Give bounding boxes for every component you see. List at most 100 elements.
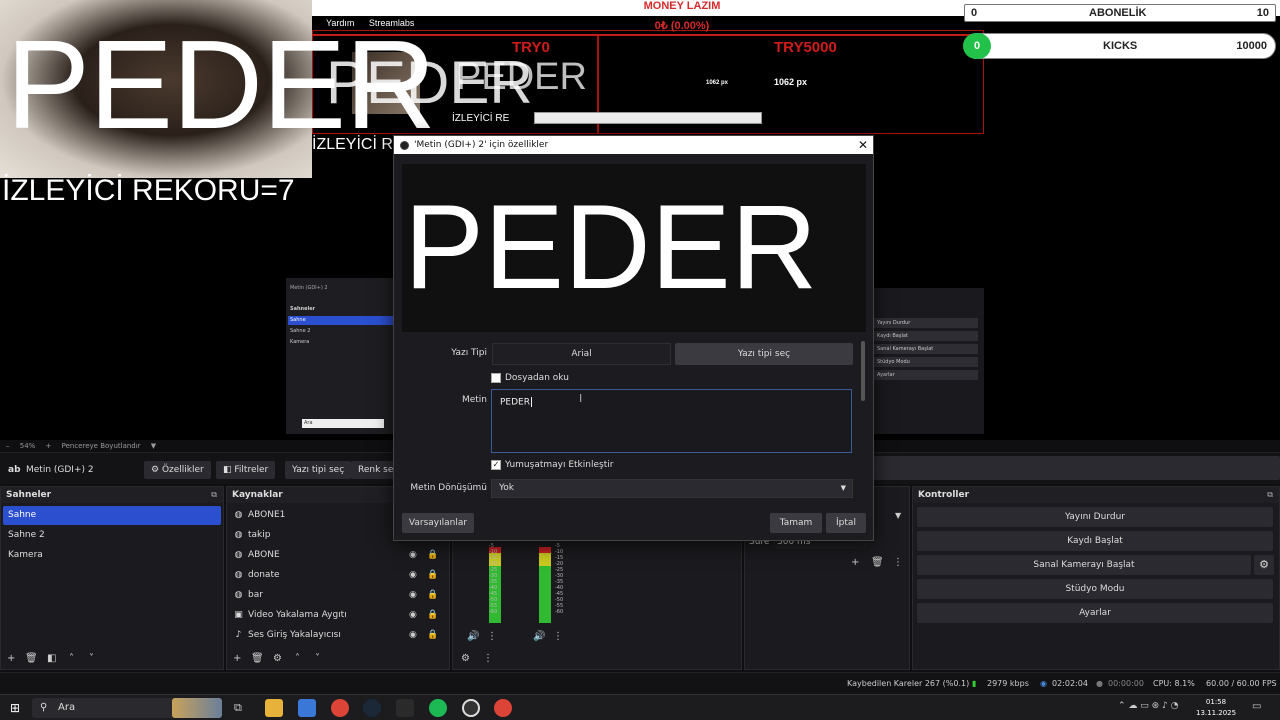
lock-icon[interactable]: 🔒	[427, 625, 438, 645]
properties-button[interactable]: ⚙ Özellikler	[144, 461, 211, 479]
bitrate: 2979 kbps	[987, 679, 1029, 688]
visibility-eye-icon[interactable]: ◉	[409, 545, 417, 565]
undock-icon[interactable]: ⧉	[211, 487, 217, 503]
settings-button[interactable]: Ayarlar	[917, 603, 1273, 623]
checkbox-unchecked	[491, 373, 501, 383]
move-scene-down-icon[interactable]: ˅	[89, 653, 94, 664]
add-scene-icon[interactable]: +	[7, 653, 15, 664]
kicks-goal-target: 10000	[1236, 40, 1267, 52]
spotify-icon[interactable]	[429, 699, 447, 717]
lock-icon[interactable]: 🔒	[427, 585, 438, 605]
visibility-eye-icon[interactable]: ◉	[409, 585, 417, 605]
select-font-button[interactable]: Yazı tipi seç	[675, 343, 853, 365]
studio-mode-button[interactable]: Stüdyo Modu	[917, 579, 1273, 599]
transform-label: Metin Dönüşümü	[410, 483, 487, 493]
visibility-eye-icon[interactable]: ◉	[409, 605, 417, 625]
cancel-button[interactable]: İptal	[826, 513, 866, 533]
select-font-button[interactable]: Yazı tipi seç	[285, 461, 352, 479]
source-item[interactable]: ◍ ABONE ◉ 🔒	[229, 545, 447, 565]
kicks-goal-bar: KICKS 10000	[964, 33, 1276, 59]
nested-scene-0: Sahne	[288, 316, 394, 325]
sources-panel-title: Kaynaklar	[232, 490, 283, 500]
volume-icon[interactable]: 🔊	[467, 631, 479, 642]
nested-control-1: Kaydı Başlat	[874, 331, 978, 341]
source-item[interactable]: ♪ Ses Giriş Yakalayıcısı ◉ 🔒	[229, 625, 447, 645]
start-virtual-camera-button[interactable]: Sanal Kamerayı Başlat	[917, 555, 1251, 575]
add-transition-icon[interactable]: +	[851, 557, 859, 568]
steam-icon[interactable]	[363, 699, 381, 717]
scene-filters-icon[interactable]: ◧	[47, 653, 56, 664]
weather-widget[interactable]	[172, 698, 222, 718]
mixer-menu-icon[interactable]: ⋮	[553, 631, 563, 642]
dialog-scrollbar[interactable]	[861, 341, 865, 401]
transition-more-icon[interactable]: ⋮	[893, 557, 903, 568]
epic-games-icon[interactable]	[396, 699, 414, 717]
ok-button[interactable]: Tamam	[770, 513, 822, 533]
cpu-usage: CPU: 8.1%	[1153, 679, 1195, 688]
delete-scene-icon[interactable]: 🗑	[25, 653, 38, 664]
undock-icon[interactable]: ⧉	[1267, 487, 1273, 503]
lock-icon[interactable]: 🔒	[427, 565, 438, 585]
lock-icon[interactable]: 🔒	[427, 605, 438, 625]
mixer-settings-icon[interactable]: ⚙	[461, 653, 470, 664]
toolbar-text-field[interactable]	[874, 456, 1280, 480]
move-source-down-icon[interactable]: ˅	[315, 653, 320, 664]
volume-icon[interactable]: 🔊	[533, 631, 545, 642]
task-view-icon[interactable]: ⧉	[234, 701, 242, 715]
nested-control-4: Ayarlar	[874, 370, 978, 380]
nested-big-text-2: PEDER	[456, 56, 587, 98]
notification-icon[interactable]: ▭	[1252, 701, 1261, 712]
scene-item-sahne-2[interactable]: Sahne 2	[3, 526, 221, 545]
antialias-checkbox[interactable]: ✓ Yumuşatmayı Etkinleştir	[491, 460, 613, 470]
virtual-camera-settings-icon[interactable]: ⚙	[1254, 555, 1274, 575]
zoom-plus-button[interactable]: +	[46, 442, 52, 450]
source-item[interactable]: ▣ Video Yakalama Aygıtı ◉ 🔒	[229, 605, 447, 625]
transition-dropdown-icon[interactable]: ▼	[895, 511, 901, 520]
nested-scene-1: Sahne 2	[290, 328, 311, 334]
text-transform-select[interactable]: Yok ▼	[491, 479, 853, 498]
checkmark-icon: ✓	[491, 460, 501, 470]
mixer-more-icon[interactable]: ⋮	[483, 653, 493, 664]
move-scene-up-icon[interactable]: ˄	[69, 653, 74, 664]
donation-goal-min: TRY0	[512, 39, 550, 56]
visibility-eye-icon[interactable]: ◉	[409, 625, 417, 645]
file-explorer-icon[interactable]	[265, 699, 283, 717]
fit-to-window-label[interactable]: Pencereye Boyutlandır	[62, 442, 141, 450]
zoom-minus-button[interactable]: –	[6, 442, 10, 450]
stop-stream-button[interactable]: Yayını Durdur	[917, 507, 1273, 527]
fps-readout: 60.00 / 60.00 FPS	[1206, 679, 1277, 688]
move-source-up-icon[interactable]: ˄	[295, 653, 300, 664]
read-from-file-checkbox[interactable]: Dosyadan oku	[491, 373, 569, 383]
mixer-menu-icon[interactable]: ⋮	[487, 631, 497, 642]
scene-item-kamera[interactable]: Kamera	[3, 546, 221, 565]
system-tray[interactable]: ⌃ ☁ ▭ ⊛ ♪ ◔	[1118, 701, 1179, 711]
start-recording-button[interactable]: Kaydı Başlat	[917, 531, 1273, 551]
zoom-dropdown-icon[interactable]: ▼	[151, 442, 156, 450]
scene-item-sahne[interactable]: Sahne	[3, 506, 221, 525]
taskbar-clock[interactable]: 01:58 13.11.2025	[1196, 697, 1236, 719]
visibility-eye-icon[interactable]: ◉	[409, 565, 417, 585]
audio-meter-2	[539, 547, 551, 623]
zoom-level[interactable]: 54%	[20, 442, 36, 450]
close-icon[interactable]: ✕	[856, 138, 870, 152]
source-item[interactable]: ◍ bar ◉ 🔒	[229, 585, 447, 605]
chrome-icon[interactable]	[331, 699, 349, 717]
filters-button[interactable]: ◧ Filtreler	[216, 461, 276, 479]
defaults-button[interactable]: Varsayılanlar	[402, 513, 474, 533]
lock-icon[interactable]: 🔒	[427, 545, 438, 565]
live-time: 02:02:04	[1052, 679, 1088, 688]
source-item[interactable]: ◍ donate ◉ 🔒	[229, 565, 447, 585]
chrome-icon[interactable]	[494, 699, 512, 717]
selected-source-name: Metin (GDI+) 2	[26, 465, 94, 475]
add-source-icon[interactable]: +	[233, 653, 241, 664]
source-settings-icon[interactable]: ⚙	[273, 653, 282, 664]
obs-icon[interactable]	[462, 699, 480, 717]
text-input[interactable]: PEDER	[491, 389, 852, 453]
viewer-record-text: İZLEYİCİ REKORU=7	[2, 174, 295, 207]
delete-transition-icon[interactable]: 🗑	[871, 557, 884, 568]
windows-start-icon[interactable]: ⊞	[10, 701, 20, 715]
store-icon[interactable]	[298, 699, 316, 717]
gear-icon: ⚙	[151, 465, 160, 475]
nested-scene-2: Kamera	[290, 339, 310, 345]
delete-source-icon[interactable]: 🗑	[251, 653, 264, 664]
